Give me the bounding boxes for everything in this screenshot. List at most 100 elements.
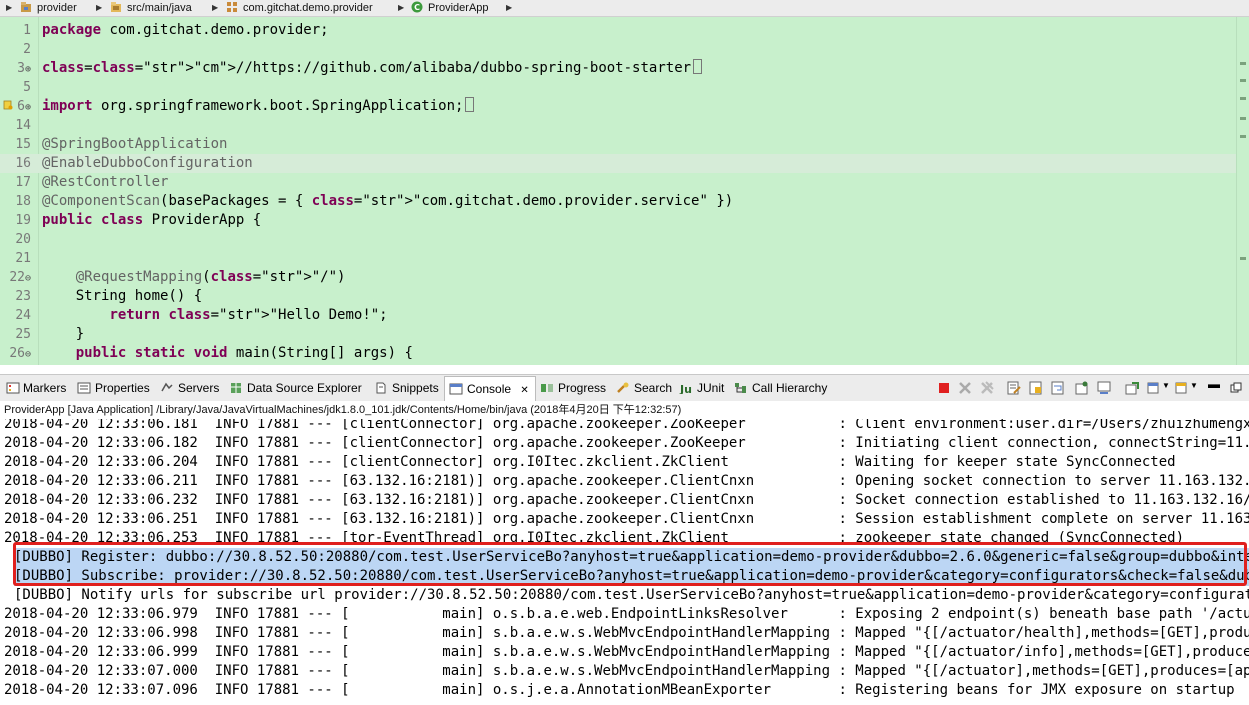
- search-icon: [617, 382, 629, 393]
- code-line[interactable]: 25 }: [0, 325, 1237, 344]
- code-line[interactable]: 6⊕ import org.springframework.boot.Spring…: [0, 97, 1237, 116]
- line-number: 25: [15, 327, 31, 342]
- package-icon: [227, 2, 237, 12]
- tab-progress[interactable]: Progress: [540, 380, 606, 396]
- code-text[interactable]: @EnableDubboConfiguration: [42, 154, 253, 173]
- breadcrumb-item-source-folder[interactable]: src/main/java: [110, 1, 192, 15]
- code-text[interactable]: class=class="str">"cm">//https://github.…: [42, 59, 703, 78]
- console-line: 2018-04-20 12:33:06.232 INFO 17881 --- […: [4, 492, 1249, 508]
- overview-mark[interactable]: [1240, 79, 1246, 82]
- console-line: 2018-04-20 12:33:06.979 INFO 17881 --- […: [4, 606, 1249, 622]
- maximize-icon[interactable]: [1229, 381, 1243, 395]
- minimize-icon[interactable]: ▬: [1208, 377, 1220, 391]
- tab-snippets[interactable]: Snippets: [374, 380, 439, 396]
- database-icon: [231, 383, 241, 393]
- code-text[interactable]: return class="str">"Hello Demo!";: [42, 306, 387, 325]
- servers-icon: [161, 382, 173, 392]
- code-text[interactable]: }: [42, 325, 84, 344]
- tab-properties[interactable]: Properties: [77, 380, 150, 396]
- tab-markers[interactable]: Markers: [6, 380, 66, 396]
- overview-mark[interactable]: [1240, 97, 1246, 100]
- call-hierarchy-icon: [735, 383, 746, 393]
- line-number: 20: [15, 232, 31, 247]
- code-editor[interactable]: 1 package com.gitchat.demo.provider; 2 3⊕ cl…: [0, 17, 1249, 365]
- chevron-down-icon[interactable]: ▼: [1190, 381, 1198, 390]
- clear-console-icon[interactable]: [1007, 381, 1021, 395]
- tab-servers[interactable]: Servers: [160, 380, 219, 396]
- code-line[interactable]: 17 @RestController: [0, 173, 1237, 192]
- code-line[interactable]: 1 package com.gitchat.demo.provider;: [0, 21, 1237, 40]
- code-text[interactable]: @RestController: [42, 173, 168, 192]
- tab-junit[interactable]: Ju JUnit: [679, 380, 724, 396]
- code-line[interactable]: 14: [0, 116, 1237, 135]
- code-line[interactable]: 23 String home() {: [0, 287, 1237, 306]
- code-line[interactable]: 26⊖ public static void main(String[] arg…: [0, 344, 1237, 363]
- chevron-down-icon[interactable]: ▼: [1162, 381, 1170, 390]
- code-text[interactable]: @ComponentScan(basePackages = { class="s…: [42, 192, 733, 211]
- snippets-icon: [376, 382, 386, 394]
- code-line[interactable]: 3⊕ class=class="str">"cm">//https://githu…: [0, 59, 1237, 78]
- chevron-right-icon[interactable]: ▶: [96, 1, 102, 15]
- line-number: 18: [15, 194, 31, 209]
- line-number: 15: [15, 137, 31, 152]
- close-icon[interactable]: ✕: [520, 385, 528, 396]
- code-line[interactable]: 24 return class="str">"Hello Demo!";: [0, 306, 1237, 325]
- tab-search[interactable]: Search: [616, 380, 672, 396]
- line-number: 21: [15, 251, 31, 266]
- scroll-lock-icon[interactable]: [1029, 381, 1043, 395]
- code-text[interactable]: @RequestMapping(class="str">"/"): [42, 268, 346, 287]
- code-line[interactable]: 18 @ComponentScan(basePackages = { class=…: [0, 192, 1237, 211]
- chevron-right-icon[interactable]: ▶: [506, 1, 512, 15]
- overview-mark[interactable]: [1240, 62, 1246, 65]
- console-line: 2018-04-20 12:33:07.096 INFO 17881 --- […: [4, 682, 1235, 698]
- chevron-right-icon[interactable]: ▶: [6, 1, 12, 15]
- code-line[interactable]: 21: [0, 249, 1237, 268]
- code-line[interactable]: 22⊖ @RequestMapping(class="str">"/"): [0, 268, 1237, 287]
- pin-console-icon[interactable]: [1075, 381, 1089, 395]
- breadcrumb-item-package[interactable]: com.gitchat.demo.provider: [226, 1, 373, 15]
- project-icon: [21, 2, 31, 12]
- console-line: 2018-04-20 12:33:06.251 INFO 17881 --- […: [4, 511, 1249, 527]
- tab-call-hierarchy[interactable]: Call Hierarchy: [734, 380, 827, 396]
- code-line[interactable]: 2: [0, 40, 1237, 59]
- code-text[interactable]: String home() {: [42, 287, 202, 306]
- chevron-right-icon[interactable]: ▶: [398, 1, 404, 15]
- class-icon: C: [411, 1, 423, 13]
- chevron-right-icon[interactable]: ▶: [212, 1, 218, 15]
- code-text[interactable]: import org.springframework.boot.SpringAp…: [42, 97, 475, 116]
- remove-all-icon[interactable]: [980, 381, 994, 395]
- code-line[interactable]: 19 public class ProviderApp {: [0, 211, 1237, 230]
- code-line[interactable]: 20: [0, 230, 1237, 249]
- terminate-icon[interactable]: [937, 381, 951, 395]
- new-console-icon[interactable]: [1175, 381, 1189, 395]
- open-console-icon[interactable]: [1125, 381, 1139, 395]
- line-number: 26⊖: [9, 346, 31, 361]
- tab-data-source-explorer[interactable]: Data Source Explorer: [229, 380, 362, 396]
- code-text[interactable]: public static void main(String[] args) {: [42, 344, 413, 363]
- code-line[interactable]: 16 @EnableDubboConfiguration: [0, 154, 1237, 173]
- remove-launch-icon[interactable]: [958, 381, 972, 395]
- markers-icon: [6, 382, 20, 394]
- code-line[interactable]: 15 @SpringBootApplication: [0, 135, 1237, 154]
- properties-icon: [77, 382, 91, 394]
- code-text[interactable]: @SpringBootApplication: [42, 135, 227, 154]
- line-number: 2: [23, 42, 31, 57]
- display-selected-console-icon[interactable]: [1097, 381, 1111, 395]
- junit-icon: Ju: [679, 383, 692, 396]
- breadcrumb-item-project[interactable]: provider: [20, 1, 77, 15]
- console-line: 2018-04-20 12:33:06.181 INFO 17881 --- […: [4, 419, 1249, 432]
- breadcrumb-item-class[interactable]: C ProviderApp: [411, 1, 489, 15]
- bottom-view-toolbar: Markers Properties Servers Data Source E…: [0, 374, 1249, 402]
- code-text[interactable]: package com.gitchat.demo.provider;: [42, 21, 329, 40]
- tab-console[interactable]: Console ✕: [444, 376, 536, 401]
- display-console-dropdown-icon[interactable]: [1147, 381, 1161, 395]
- code-line[interactable]: 5: [0, 78, 1237, 97]
- overview-ruler[interactable]: [1236, 17, 1249, 365]
- word-wrap-icon[interactable]: [1051, 381, 1065, 395]
- overview-mark[interactable]: [1240, 257, 1246, 260]
- console-line: 2018-04-20 12:33:06.999 INFO 17881 --- […: [4, 644, 1249, 660]
- overview-mark[interactable]: [1240, 117, 1246, 120]
- code-text[interactable]: public class ProviderApp {: [42, 211, 261, 230]
- console-line: 2018-04-20 12:33:07.000 INFO 17881 --- […: [4, 663, 1249, 679]
- overview-mark[interactable]: [1240, 135, 1246, 138]
